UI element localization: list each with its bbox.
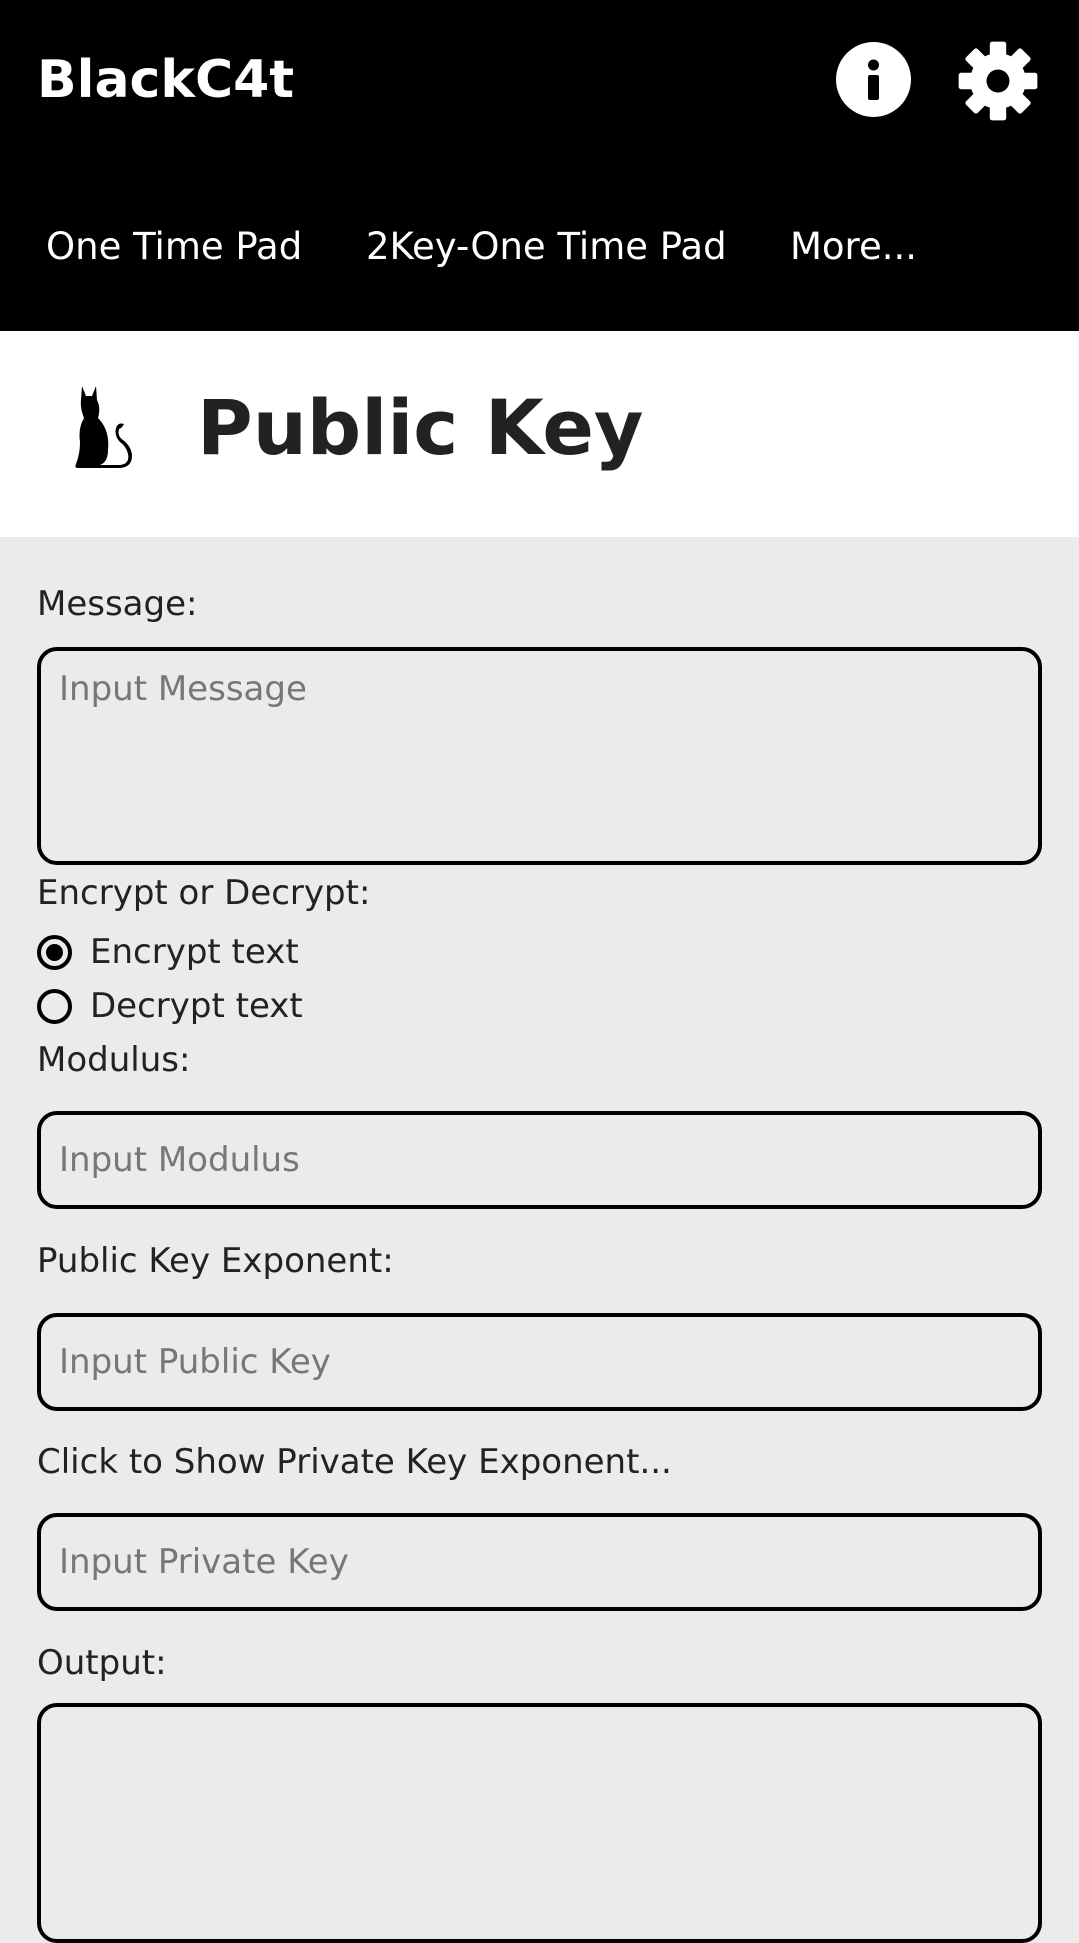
top-nav: One Time Pad 2Key-One Time Pad More... <box>0 225 1079 285</box>
nav-more[interactable]: More... <box>790 225 917 268</box>
private-exponent-input[interactable] <box>37 1513 1042 1611</box>
encrypt-option[interactable]: Encrypt text <box>37 930 299 974</box>
decrypt-option[interactable]: Decrypt text <box>37 984 303 1028</box>
info-icon <box>868 59 879 100</box>
message-label: Message: <box>37 584 198 624</box>
nav-2key-one-time-pad[interactable]: 2Key-One Time Pad <box>366 225 727 268</box>
output-field[interactable] <box>37 1703 1042 1943</box>
nav-one-time-pad[interactable]: One Time Pad <box>46 225 302 268</box>
public-exponent-label: Public Key Exponent: <box>37 1241 394 1281</box>
show-private-key-toggle[interactable]: Click to Show Private Key Exponent... <box>37 1442 672 1482</box>
output-label: Output: <box>37 1643 167 1683</box>
info-button[interactable] <box>836 42 911 117</box>
settings-button[interactable] <box>957 40 1039 122</box>
encrypt-radio[interactable] <box>37 934 72 970</box>
message-input[interactable] <box>37 647 1042 865</box>
page-title: Public Key <box>197 383 644 472</box>
encrypt-label: Encrypt text <box>90 932 299 972</box>
modulus-input[interactable] <box>37 1111 1042 1209</box>
cat-icon <box>75 386 132 468</box>
decrypt-radio[interactable] <box>37 988 72 1024</box>
gear-icon <box>958 41 1038 121</box>
modulus-label: Modulus: <box>37 1040 191 1080</box>
app-header: BlackC4t One Time Pad 2Key-One Time Pad … <box>0 0 1079 331</box>
public-exponent-input[interactable] <box>37 1313 1042 1411</box>
mode-label: Encrypt or Decrypt: <box>37 873 371 913</box>
app-brand: BlackC4t <box>37 50 295 110</box>
page-header: Public Key <box>0 331 1079 537</box>
decrypt-label: Decrypt text <box>90 986 303 1026</box>
